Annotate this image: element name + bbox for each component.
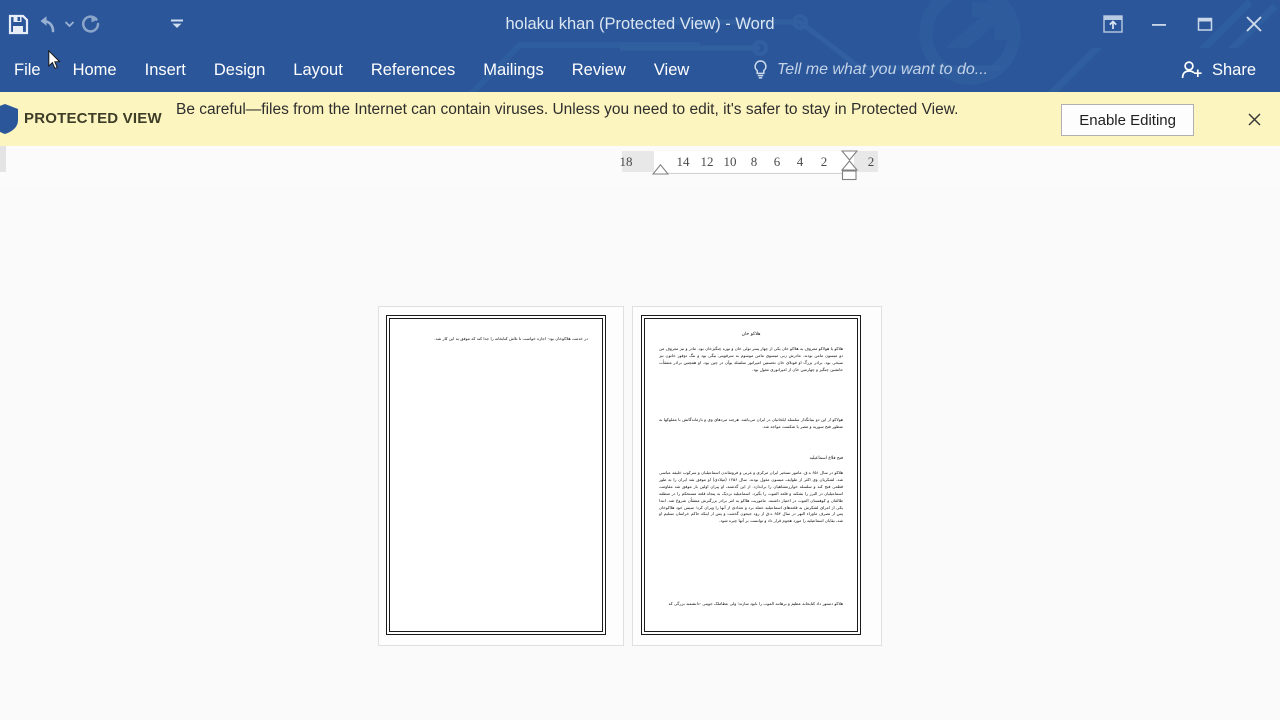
ruler-area: 18 14 12 10 8 6 4 2 2 [0,146,1280,186]
share-person-icon [1181,61,1202,79]
document-area[interactable]: در خدمت هلاکوخان بود- اجازه خواست تا تلا… [0,186,1280,720]
undo-dropdown-button[interactable] [63,7,76,41]
quick-access-toolbar [0,0,192,48]
tab-review[interactable]: Review [558,48,640,92]
ribbon-display-options-icon [1103,15,1123,33]
window-title: holaku khan (Protected View) - Word [505,15,775,33]
tab-view[interactable]: View [640,48,703,92]
ruler-baseline [654,173,854,174]
close-icon [1246,16,1262,32]
protected-view-badge: PROTECTED VIEW [24,110,162,127]
repeat-icon [82,15,100,33]
tell-me-search[interactable]: Tell me what you want to do... [752,48,988,92]
page-2-content[interactable]: هلاکو خان هلاکو یا هولاکو معروف به هلاکو… [641,315,861,635]
tell-me-placeholder: Tell me what you want to do... [777,61,989,78]
document-page-2[interactable]: هلاکو خان هلاکو یا هولاکو معروف به هلاکو… [632,306,882,646]
ruler-tick-10: 10 [723,154,737,169]
page-2-heading-2: فتح قلاع اسماعیلیه [809,456,843,461]
shield-icon [0,104,18,134]
page-2-paragraph-1: هلاکو یا هولاکو معروف به هلاکو خان یکی ا… [659,346,843,372]
ruler-tick-18: 18 [619,154,633,169]
ribbon-display-options-button[interactable] [1090,0,1136,48]
ruler-tick-6: 6 [773,154,781,169]
ribbon-tabs: File Home Insert Design Layout Reference… [0,48,703,92]
tab-references[interactable]: References [357,48,469,92]
protected-view-bar: PROTECTED VIEW Be careful—files from the… [0,92,1280,147]
left-indent-marker[interactable] [841,170,858,181]
document-page-1[interactable]: در خدمت هلاکوخان بود- اجازه خواست تا تلا… [378,306,624,646]
chevron-down-icon [171,19,183,28]
lightbulb-icon [754,60,767,79]
tab-mailings[interactable]: Mailings [469,48,558,92]
close-button[interactable] [1228,0,1280,48]
page-2-paragraph-3: هلاکو در سال ۶۵۱ ه.ق. مامور تسخیر ایران … [659,470,843,524]
title-bar: holaku khan (Protected View) - Word [0,0,1280,48]
tab-insert[interactable]: Insert [131,48,200,92]
page-2-paragraph-4: هلاکو دستور داد کتابخانه عظیم و برهانند … [668,601,843,606]
tab-file[interactable]: File [0,48,59,92]
page-2-paragraph-2: هولاکو از این دو بنیانگذار سلسله ایلخانی… [659,417,843,429]
tab-layout[interactable]: Layout [279,48,357,92]
ruler-tick-12: 12 [700,154,714,169]
tab-home[interactable]: Home [59,48,131,92]
minimize-button[interactable] [1136,0,1182,48]
enable-editing-button[interactable]: Enable Editing [1061,104,1194,136]
ruler-tick-4: 4 [796,154,804,169]
right-indent-marker[interactable] [652,164,669,175]
chevron-down-icon [65,21,74,27]
restore-icon [1197,17,1213,31]
ribbon-tab-bar: File Home Insert Design Layout Reference… [0,48,1280,92]
ruler-tick-8: 8 [750,154,758,169]
save-icon [8,14,28,34]
share-button[interactable]: Share [1167,48,1270,92]
share-label: Share [1211,60,1256,79]
titlebar-decoration [512,0,1278,48]
protected-view-message: Be careful—files from the Internet can c… [176,101,959,118]
protected-view-close-button[interactable] [1240,104,1268,134]
window-controls [1090,0,1280,48]
ruler-left-stub [0,146,6,172]
page-1-paragraph-1: در خدمت هلاکوخان بود- اجازه خواست تا تلا… [434,336,588,341]
ruler-tick-14: 14 [676,154,690,169]
restore-button[interactable] [1182,0,1228,48]
save-button[interactable] [3,7,33,41]
repeat-button[interactable] [76,7,106,41]
minimize-icon [1152,24,1166,26]
undo-button[interactable] [33,7,63,41]
page-2-title: هلاکو خان [741,332,761,337]
ruler-tick-2a: 2 [820,154,828,169]
undo-icon [40,16,55,33]
ruler-tick-2b: 2 [867,154,875,169]
customize-quick-access-toolbar-button[interactable] [162,7,192,41]
tab-design[interactable]: Design [200,48,279,92]
page-1-content[interactable]: در خدمت هلاکوخان بود- اجازه خواست تا تلا… [386,315,606,635]
close-icon [1247,112,1261,126]
word-window: holaku khan (Protected View) - Word File… [0,0,1280,720]
